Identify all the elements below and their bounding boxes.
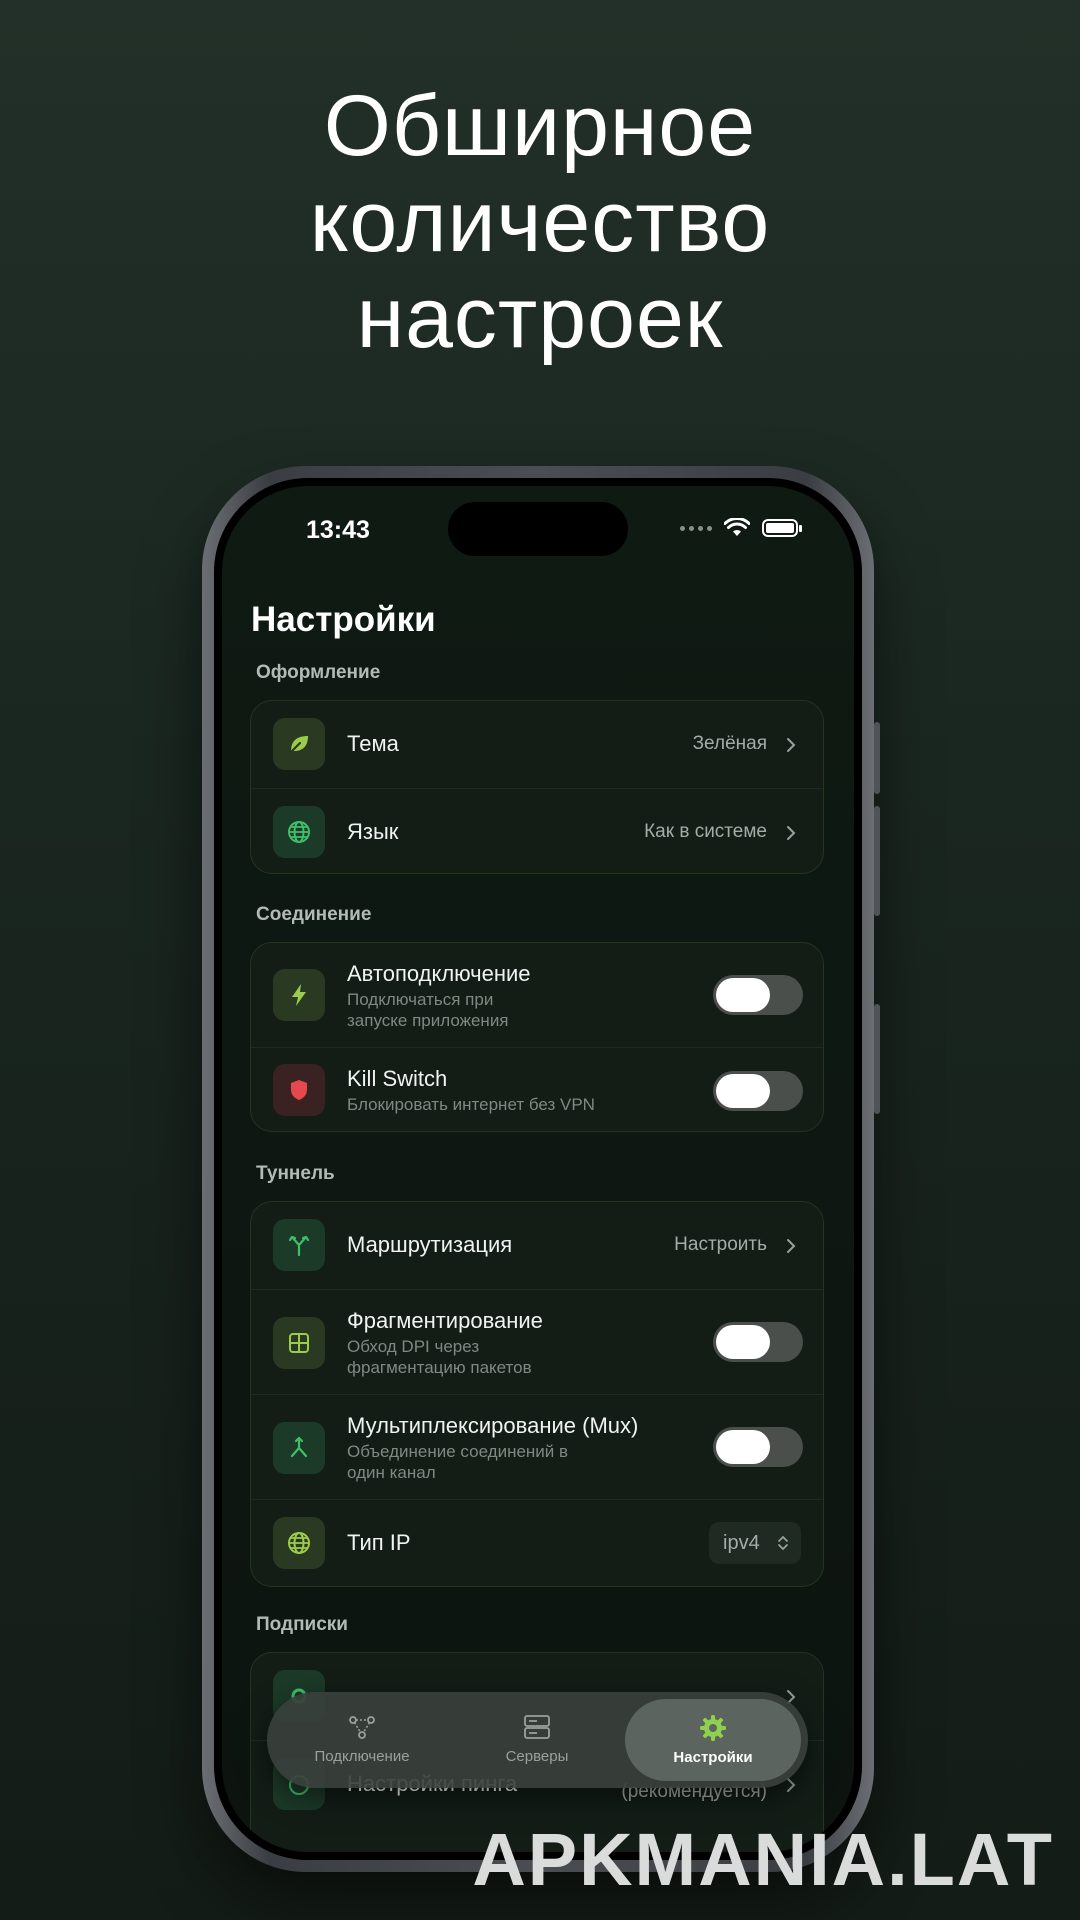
grid-icon: [273, 1317, 325, 1369]
promo-headline: Обширное количество настроек: [0, 78, 1080, 366]
bolt-icon: [273, 969, 325, 1021]
connection-card: Автоподключение Подключаться при запуске…: [250, 942, 824, 1132]
mux-toggle[interactable]: [713, 1427, 803, 1467]
section-label-subscriptions: Подписки: [256, 1614, 348, 1635]
leaf-icon: [273, 718, 325, 770]
language-label: Язык: [347, 819, 399, 844]
tab-bar: Подключение Серверы Настройки: [267, 1692, 808, 1788]
theme-value: Зелёная: [692, 733, 767, 754]
headline-line-3: настроек: [356, 270, 724, 366]
tab-settings-label: Настройки: [673, 1749, 753, 1766]
section-label-appearance: Оформление: [256, 662, 381, 683]
killswitch-label: Kill Switch: [347, 1066, 448, 1091]
watermark: APKMANIA.LAT: [472, 1818, 1054, 1901]
settings-row-routing[interactable]: Маршрутизация Настроить: [251, 1202, 823, 1289]
section-label-tunnel: Туннель: [256, 1163, 335, 1184]
settings-row-theme[interactable]: Тема Зелёная: [251, 701, 823, 788]
server-icon: [524, 1715, 550, 1739]
split-arrow-icon: [273, 1219, 325, 1271]
tunnel-card: Маршрутизация Настроить Фрагментирование…: [250, 1201, 824, 1587]
settings-row-killswitch: Kill Switch Блокировать интернет без VPN: [251, 1047, 823, 1131]
status-time: 13:43: [306, 516, 370, 544]
section-label-connection: Соединение: [256, 904, 372, 925]
chevron-right-icon: [787, 1239, 796, 1253]
tab-servers[interactable]: Серверы: [462, 1692, 612, 1788]
mux-label: Мультиплексирование (Mux): [347, 1413, 639, 1438]
ip-type-label: Тип IP: [347, 1530, 411, 1555]
settings-row-mux: Мультиплексирование (Mux) Объединение со…: [251, 1394, 823, 1499]
killswitch-description: Блокировать интернет без VPN: [347, 1095, 595, 1114]
merge-arrow-icon: [273, 1422, 325, 1474]
killswitch-toggle[interactable]: [713, 1071, 803, 1111]
headline-line-2: количество: [309, 174, 771, 270]
ip-type-value: ipv4: [723, 1532, 760, 1554]
language-value: Как в системе: [644, 821, 767, 842]
status-icons: [680, 518, 802, 538]
routing-label: Маршрутизация: [347, 1232, 513, 1257]
settings-row-autoconnect: Автоподключение Подключаться при запуске…: [251, 943, 823, 1047]
side-button: [874, 1004, 880, 1114]
shield-icon: [273, 1064, 325, 1116]
autoconnect-label: Автоподключение: [347, 961, 531, 986]
gear-icon: [700, 1715, 726, 1741]
fragmentation-toggle[interactable]: [713, 1322, 803, 1362]
chevron-updown-icon: [778, 1535, 788, 1551]
autoconnect-toggle[interactable]: [713, 975, 803, 1015]
fragmentation-description: Обход DPI через фрагментацию пакетов: [347, 1337, 532, 1377]
phone-screen: 13:43 Настройки Оформление Тема Зелёная …: [222, 486, 854, 1852]
settings-row-fragmentation: Фрагментирование Обход DPI через фрагмен…: [251, 1289, 823, 1394]
tab-connection-label: Подключение: [314, 1748, 410, 1765]
dynamic-island: [448, 502, 628, 556]
tab-servers-label: Серверы: [505, 1748, 569, 1765]
signal-icon: [680, 525, 712, 531]
settings-row-ip-type: Тип IP ipv4: [251, 1499, 823, 1586]
mux-description: Объединение соединений в один канал: [347, 1442, 569, 1482]
tab-connection[interactable]: Подключение: [287, 1692, 437, 1788]
headline-line-1: Обширное: [323, 78, 757, 174]
page-title: Настройки: [251, 600, 436, 639]
side-button: [874, 722, 880, 794]
ip-type-select[interactable]: ipv4: [709, 1522, 801, 1564]
theme-label: Тема: [347, 731, 399, 756]
globe-icon: [273, 806, 325, 858]
routing-value: Настроить: [674, 1234, 767, 1255]
side-button: [874, 806, 880, 916]
settings-row-language[interactable]: Язык Как в системе: [251, 788, 823, 873]
nodes-icon: [349, 1716, 375, 1739]
chevron-right-icon: [787, 738, 796, 752]
chevron-right-icon: [787, 826, 796, 840]
globe-icon: [273, 1517, 325, 1569]
tab-settings[interactable]: Настройки: [625, 1699, 801, 1781]
battery-icon: [762, 519, 802, 537]
fragmentation-label: Фрагментирование: [347, 1308, 543, 1333]
autoconnect-description: Подключаться при запуске приложения: [347, 990, 509, 1030]
appearance-card: Тема Зелёная Язык Как в системе: [250, 700, 824, 874]
wifi-icon: [724, 518, 750, 536]
